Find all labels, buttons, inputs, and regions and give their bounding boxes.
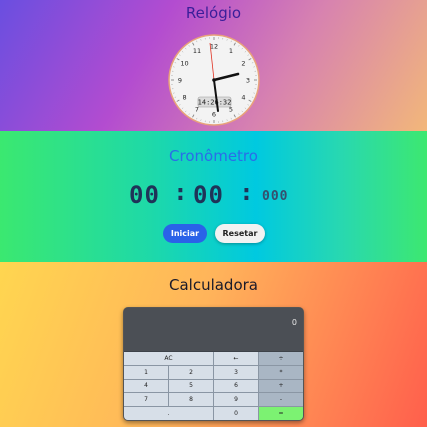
start-button[interactable]: Iniciar [163,224,207,243]
key-8[interactable]: 8 [169,393,213,407]
key-6[interactable]: 6 [214,379,258,393]
calculator-display: 0 [124,308,303,351]
calculator: 0 AC ← ÷ 1 2 3 * 4 5 6 + 7 8 9 - . 0 = [123,307,304,421]
clock-numeral: 1 [229,47,233,55]
clock-center [212,78,216,82]
stopwatch-section: Cronômetro 00 : 00 : 000 Iniciar Resetar [0,131,427,262]
stopwatch-separator: : [176,181,185,206]
key-minus[interactable]: - [259,393,303,407]
key-0[interactable]: 0 [214,407,258,420]
clock-numeral: 6 [212,110,216,118]
key-multiply[interactable]: * [259,365,303,379]
clock-numeral: 7 [195,106,199,114]
clock-title: Relógio [185,4,242,22]
stopwatch-seconds: 00 [193,181,224,209]
key-plus[interactable]: + [259,379,303,393]
key-clear[interactable]: AC [124,352,213,365]
key-7[interactable]: 7 [124,393,168,407]
clock-numeral: 8 [182,93,186,101]
clock-numeral: 3 [246,76,250,84]
analog-clock: 121234567891011 14:26:32 [168,34,260,126]
key-9[interactable]: 9 [214,393,258,407]
stopwatch-display: 00 : 00 : 000 [0,181,427,213]
stopwatch-minutes: 00 [129,181,160,209]
key-divide[interactable]: ÷ [259,352,303,365]
clock-numeral: 2 [241,59,245,67]
stopwatch-milliseconds: 000 [262,189,289,204]
stopwatch-separator-2: : [242,181,251,206]
calculator-title: Calculadora [168,276,258,294]
reset-button[interactable]: Resetar [215,224,265,243]
clock-numeral: 4 [241,93,245,101]
calculator-keypad: AC ← ÷ 1 2 3 * 4 5 6 + 7 8 9 - . 0 = [124,352,303,420]
key-4[interactable]: 4 [124,379,168,393]
calculator-section: Calculadora 0 AC ← ÷ 1 2 3 * 4 5 6 + 7 8… [0,262,427,427]
key-3[interactable]: 3 [214,365,258,379]
digital-time: 14:26:32 [198,99,232,107]
key-1[interactable]: 1 [124,365,168,379]
clock-numeral: 10 [180,59,188,67]
clock-section: Relógio 12 1 2 3 4 5 6 7 8 9 10 11 14:26:32 [0,0,427,131]
key-decimal[interactable]: . [124,407,213,420]
key-2[interactable]: 2 [169,365,213,379]
stopwatch-title: Cronômetro [169,147,258,165]
key-5[interactable]: 5 [169,379,213,393]
key-backspace[interactable]: ← [214,352,258,365]
clock-numeral: 9 [178,76,182,84]
key-equals[interactable]: = [259,407,303,420]
clock-numeral: 12 [210,42,218,50]
clock-numeral: 11 [193,47,201,55]
